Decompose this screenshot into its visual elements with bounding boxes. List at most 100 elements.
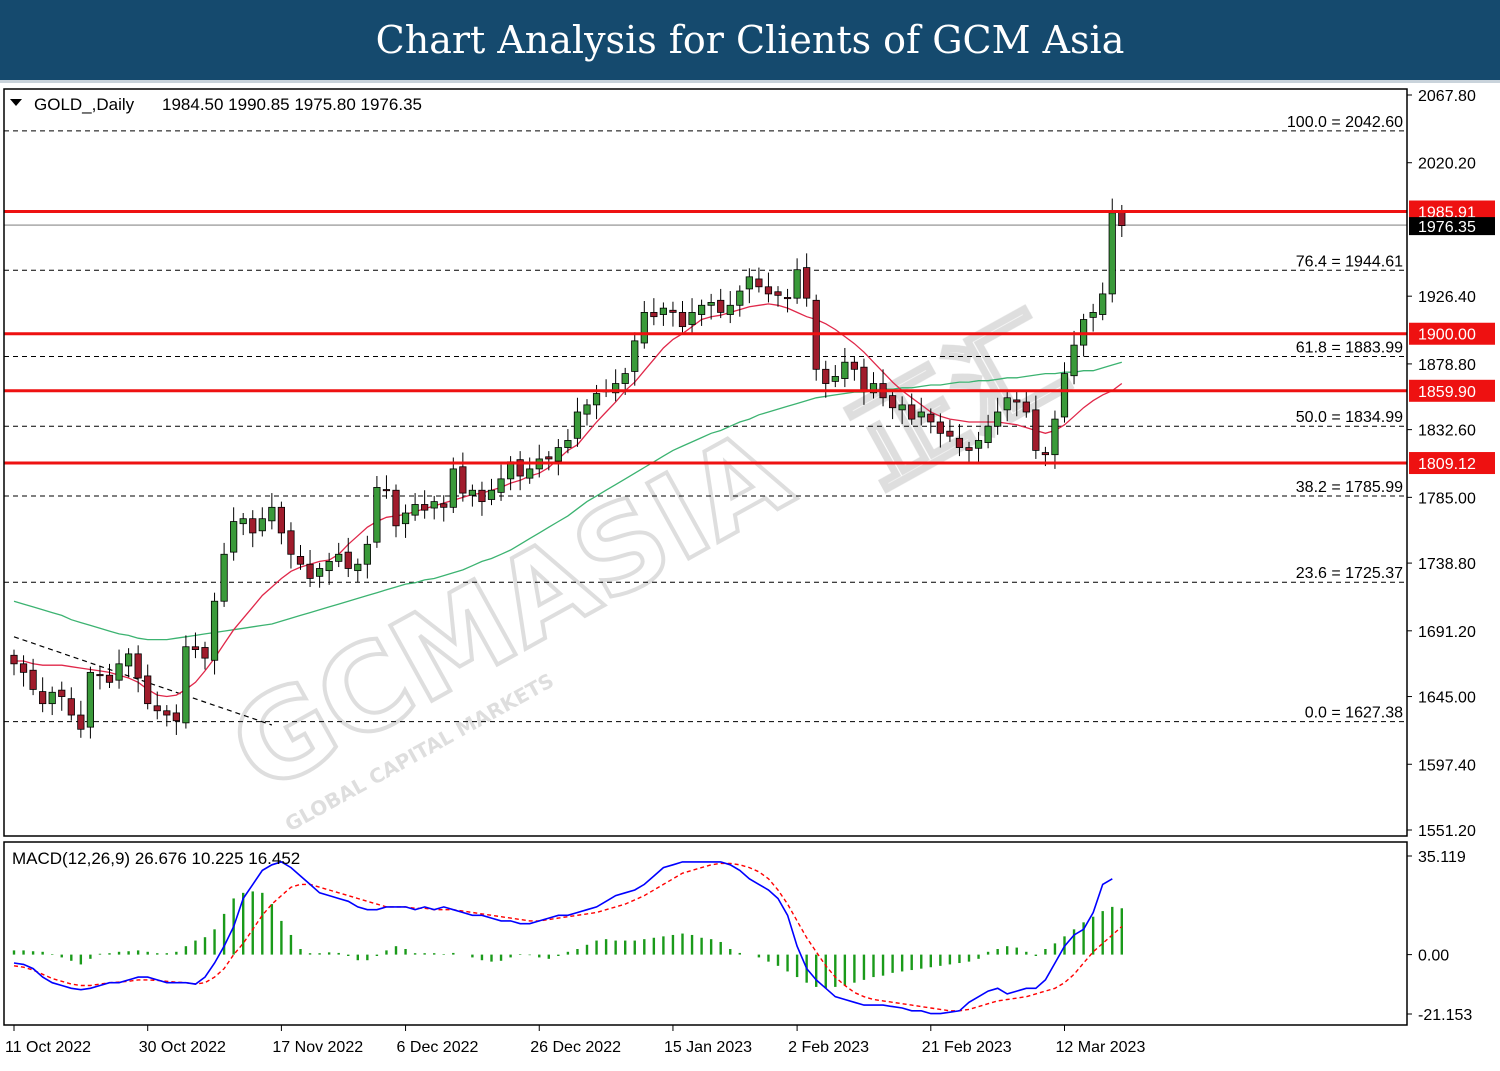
candle-body bbox=[850, 361, 859, 370]
candle-body bbox=[898, 404, 906, 411]
candle-body bbox=[545, 456, 553, 460]
candle-body bbox=[277, 506, 286, 534]
candle-body bbox=[440, 503, 448, 508]
candle-body bbox=[965, 447, 973, 451]
candle-body bbox=[268, 506, 276, 522]
candle-body bbox=[258, 518, 266, 532]
candle-body bbox=[908, 404, 916, 420]
x-tick-label: 17 Nov 2022 bbox=[272, 1039, 363, 1056]
candle-body bbox=[115, 663, 123, 681]
candle-body bbox=[974, 440, 983, 449]
candle-body bbox=[430, 501, 438, 509]
candle-body bbox=[39, 691, 47, 705]
current-price-label: 1976.35 bbox=[1418, 219, 1476, 236]
candle-body bbox=[306, 563, 314, 579]
candle-body bbox=[296, 556, 305, 565]
price-tick-label: 1691.20 bbox=[1418, 624, 1476, 641]
candle-body bbox=[67, 698, 75, 716]
candle-body bbox=[631, 340, 639, 372]
candle-body bbox=[201, 647, 209, 659]
candle-body bbox=[1013, 399, 1021, 403]
x-tick-label: 26 Dec 2022 bbox=[530, 1039, 621, 1056]
candle-body bbox=[249, 518, 257, 534]
candle-body bbox=[411, 504, 419, 516]
candle-body bbox=[325, 560, 333, 572]
candle-body bbox=[698, 304, 706, 315]
resistance-label: 1859.90 bbox=[1418, 384, 1476, 401]
candle-body bbox=[182, 646, 190, 724]
candle-body bbox=[230, 521, 238, 553]
candle-body bbox=[1108, 212, 1116, 295]
candle-body bbox=[736, 290, 744, 306]
price-tick-label: 1551.20 bbox=[1418, 823, 1476, 840]
candle-body bbox=[1051, 418, 1059, 456]
price-tick-label: 1645.00 bbox=[1418, 690, 1476, 707]
price-tick-label: 1597.40 bbox=[1418, 757, 1476, 774]
candle-body bbox=[803, 267, 811, 299]
candle-body bbox=[401, 512, 410, 525]
banner: Chart Analysis for Clients of GCM Asia bbox=[0, 0, 1500, 83]
candle-body bbox=[220, 553, 228, 602]
candle-body bbox=[526, 468, 534, 479]
price-tick-label: 1785.00 bbox=[1418, 490, 1476, 507]
resistance-label: 1900.00 bbox=[1418, 327, 1476, 344]
macd-tick-label: 35.119 bbox=[1418, 849, 1466, 866]
price-tick-label: 2020.20 bbox=[1418, 156, 1476, 173]
candle-body bbox=[1060, 373, 1069, 418]
x-tick-label: 11 Oct 2022 bbox=[5, 1039, 91, 1056]
candle-body bbox=[239, 518, 247, 525]
candle-body bbox=[688, 311, 696, 325]
x-tick-label: 2 Feb 2023 bbox=[788, 1039, 869, 1056]
fibonacci-label: 23.6 = 1725.37 bbox=[1296, 565, 1403, 582]
candle-body bbox=[860, 366, 868, 392]
fibonacci-label: 100.0 = 2042.60 bbox=[1287, 114, 1403, 131]
price-tick-label: 1738.80 bbox=[1418, 556, 1476, 573]
candle-body bbox=[363, 543, 371, 565]
banner-title: Chart Analysis for Clients of GCM Asia bbox=[375, 18, 1125, 62]
candle-body bbox=[764, 286, 773, 295]
macd-tick-label: 0.00 bbox=[1418, 948, 1449, 965]
candle-body bbox=[984, 425, 992, 443]
candle-body bbox=[994, 411, 1002, 427]
fibonacci-label: 61.8 = 1883.99 bbox=[1296, 340, 1403, 357]
candle-body bbox=[382, 489, 391, 492]
candle-body bbox=[707, 302, 715, 306]
candle-body bbox=[659, 307, 668, 315]
candle-body bbox=[287, 530, 295, 555]
candle-body bbox=[573, 411, 582, 439]
candle-body bbox=[927, 413, 935, 423]
candle-body bbox=[755, 278, 763, 288]
candle-body bbox=[669, 309, 677, 313]
x-tick-label: 15 Jan 2023 bbox=[664, 1039, 752, 1056]
fibonacci-label: 76.4 = 1944.61 bbox=[1296, 253, 1403, 270]
candle-body bbox=[335, 553, 343, 562]
candle-body bbox=[86, 671, 94, 728]
candle-body bbox=[936, 421, 944, 434]
candle-body bbox=[487, 489, 496, 500]
candle-body bbox=[1070, 344, 1078, 377]
candle-body bbox=[592, 393, 601, 406]
price-tick-label: 1878.80 bbox=[1418, 357, 1476, 374]
candle-body bbox=[621, 373, 629, 384]
candle-body bbox=[459, 466, 467, 494]
candle-body bbox=[153, 705, 161, 712]
fibonacci-label: 50.0 = 1834.99 bbox=[1296, 409, 1403, 426]
candle-body bbox=[125, 653, 133, 667]
candle-body bbox=[373, 486, 381, 543]
candle-body bbox=[822, 368, 830, 384]
candle-body bbox=[564, 440, 572, 448]
candle-body bbox=[58, 689, 66, 697]
resistance-label: 1809.12 bbox=[1418, 456, 1476, 473]
fibonacci-label: 38.2 = 1785.99 bbox=[1296, 479, 1403, 496]
candle-body bbox=[478, 489, 486, 503]
candle-body bbox=[745, 276, 753, 290]
candle-body bbox=[10, 654, 18, 665]
x-tick-label: 12 Mar 2023 bbox=[1056, 1039, 1146, 1056]
macd-title: MACD(12,26,9) 26.676 10.225 16.452 bbox=[12, 849, 300, 868]
candle-body bbox=[191, 646, 200, 650]
candle-body bbox=[392, 489, 400, 527]
candle-body bbox=[449, 468, 457, 508]
candle-body bbox=[889, 395, 897, 409]
candle-body bbox=[105, 674, 114, 683]
candle-body bbox=[210, 600, 219, 661]
